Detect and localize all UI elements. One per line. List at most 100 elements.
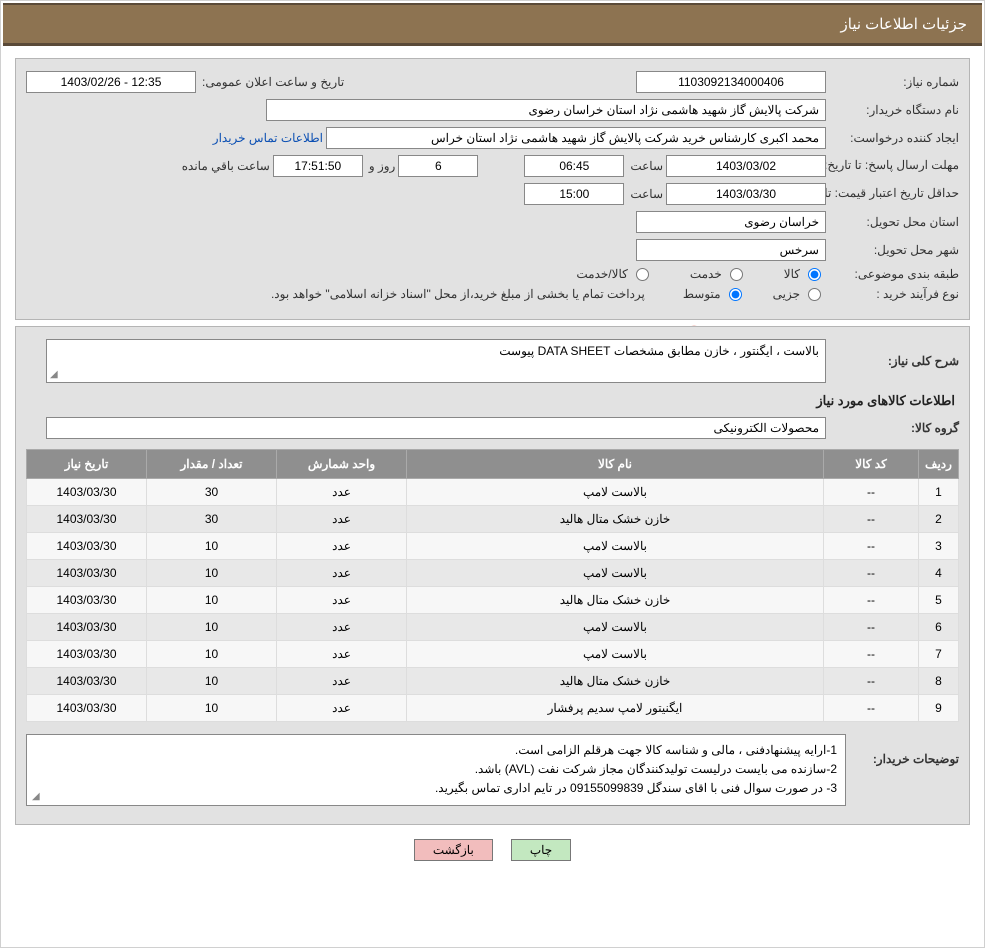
buyer-notes-label: توضیحات خریدار:	[849, 734, 959, 766]
table-row: 8--خازن خشک متال هالیدعدد101403/03/30	[27, 668, 959, 695]
radio-medium[interactable]	[729, 288, 742, 301]
buyer-contact-link[interactable]: اطلاعات تماس خریدار	[210, 131, 323, 145]
table-cell: خازن خشک متال هالید	[407, 668, 824, 695]
table-cell: 5	[919, 587, 959, 614]
general-desc-value: بالاست ، ایگنتور ، خازن مطابق مشخصات DAT…	[46, 339, 826, 383]
print-button[interactable]: چاپ	[511, 839, 571, 861]
goods-group-value: محصولات الکترونیکی	[46, 417, 826, 439]
buyer-org-label: نام دستگاه خریدار:	[829, 103, 959, 117]
payment-note: پرداخت تمام یا بخشی از مبلغ خرید،از محل …	[268, 287, 645, 301]
table-cell: بالاست لامپ	[407, 614, 824, 641]
th-name: نام کالا	[407, 450, 824, 479]
radio-medium-label: متوسط	[680, 287, 721, 301]
table-cell: بالاست لامپ	[407, 533, 824, 560]
table-cell: عدد	[277, 695, 407, 722]
table-cell: 6	[919, 614, 959, 641]
table-row: 6--بالاست لامپعدد101403/03/30	[27, 614, 959, 641]
th-qty: تعداد / مقدار	[147, 450, 277, 479]
table-cell: بالاست لامپ	[407, 479, 824, 506]
radio-goods[interactable]	[808, 268, 821, 281]
validity-date: 1403/03/30	[666, 183, 826, 205]
table-cell: 1403/03/30	[27, 506, 147, 533]
table-cell: 1403/03/30	[27, 695, 147, 722]
goods-panel: شرح کلی نیاز: بالاست ، ایگنتور ، خازن مط…	[15, 326, 970, 825]
table-cell: عدد	[277, 587, 407, 614]
radio-minor-label: جزیی	[770, 287, 800, 301]
table-row: 4--بالاست لامپعدد101403/03/30	[27, 560, 959, 587]
city-label: شهر محل تحویل:	[829, 243, 959, 257]
purchase-type-label: نوع فرآیند خرید :	[829, 287, 959, 301]
table-cell: عدد	[277, 641, 407, 668]
province-label: استان محل تحویل:	[829, 215, 959, 229]
goods-group-label: گروه کالا:	[829, 421, 959, 435]
days-and-label: روز و	[366, 159, 396, 173]
announce-label: تاریخ و ساعت اعلان عمومی:	[199, 75, 344, 89]
th-row: ردیف	[919, 450, 959, 479]
back-button[interactable]: بازگشت	[414, 839, 493, 861]
table-cell: 1	[919, 479, 959, 506]
need-no-value: 1103092134000406	[636, 71, 826, 93]
table-cell: 1403/03/30	[27, 641, 147, 668]
th-date: تاریخ نیاز	[27, 450, 147, 479]
requester-value: محمد اکبری کارشناس خرید شرکت پالایش گاز …	[326, 127, 826, 149]
table-cell: --	[824, 479, 919, 506]
table-cell: 1403/03/30	[27, 614, 147, 641]
table-cell: 30	[147, 479, 277, 506]
radio-service[interactable]	[730, 268, 743, 281]
days-remaining: 6	[398, 155, 478, 177]
table-cell: --	[824, 695, 919, 722]
table-cell: 2	[919, 506, 959, 533]
table-cell: 10	[147, 695, 277, 722]
remaining-label: ساعت باقي مانده	[179, 159, 270, 173]
table-cell: ایگنیتور لامپ سدیم پرفشار	[407, 695, 824, 722]
deadline-hour: 06:45	[524, 155, 624, 177]
radio-goods-label: کالا	[781, 267, 800, 281]
th-unit: واحد شمارش	[277, 450, 407, 479]
table-cell: 10	[147, 641, 277, 668]
timer-remaining: 17:51:50	[273, 155, 363, 177]
table-cell: خازن خشک متال هالید	[407, 506, 824, 533]
page-title: جزئیات اطلاعات نیاز	[841, 16, 968, 33]
table-cell: عدد	[277, 668, 407, 695]
goods-table: ردیف کد کالا نام کالا واحد شمارش تعداد /…	[26, 449, 959, 722]
table-cell: 10	[147, 560, 277, 587]
table-row: 9--ایگنیتور لامپ سدیم پرفشارعدد101403/03…	[27, 695, 959, 722]
table-cell: 8	[919, 668, 959, 695]
radio-goods-service[interactable]	[636, 268, 649, 281]
table-cell: --	[824, 641, 919, 668]
city-value: سرخس	[636, 239, 826, 261]
buyer-org-value: شرکت پالایش گاز شهید هاشمی نژاد استان خر…	[266, 99, 826, 121]
table-cell: عدد	[277, 533, 407, 560]
hour-label-2: ساعت	[627, 187, 663, 201]
table-cell: عدد	[277, 560, 407, 587]
requester-label: ایجاد کننده درخواست:	[829, 131, 959, 145]
deadline-date: 1403/03/02	[666, 155, 826, 177]
table-cell: --	[824, 533, 919, 560]
announce-value: 1403/02/26 - 12:35	[26, 71, 196, 93]
table-cell: 1403/03/30	[27, 560, 147, 587]
table-cell: عدد	[277, 506, 407, 533]
validity-hour: 15:00	[524, 183, 624, 205]
table-cell: 9	[919, 695, 959, 722]
subject-class-label: طبقه بندی موضوعی:	[829, 267, 959, 281]
need-no-label: شماره نیاز:	[829, 75, 959, 89]
table-cell: --	[824, 560, 919, 587]
radio-minor[interactable]	[808, 288, 821, 301]
table-cell: بالاست لامپ	[407, 641, 824, 668]
table-cell: 10	[147, 587, 277, 614]
table-row: 7--بالاست لامپعدد101403/03/30	[27, 641, 959, 668]
table-cell: عدد	[277, 479, 407, 506]
deadline-label: مهلت ارسال پاسخ: تا تاریخ:	[829, 158, 959, 174]
goods-info-title: اطلاعات کالاهای مورد نیاز	[26, 393, 955, 409]
province-value: خراسان رضوی	[636, 211, 826, 233]
table-cell: --	[824, 614, 919, 641]
table-cell: --	[824, 587, 919, 614]
footer-actions: چاپ بازگشت	[3, 839, 982, 861]
table-cell: بالاست لامپ	[407, 560, 824, 587]
validity-label: حداقل تاریخ اعتبار قیمت: تا تاریخ:	[829, 186, 959, 202]
table-cell: 1403/03/30	[27, 587, 147, 614]
table-row: 5--خازن خشک متال هالیدعدد101403/03/30	[27, 587, 959, 614]
table-cell: 7	[919, 641, 959, 668]
th-code: کد کالا	[824, 450, 919, 479]
table-cell: 10	[147, 533, 277, 560]
